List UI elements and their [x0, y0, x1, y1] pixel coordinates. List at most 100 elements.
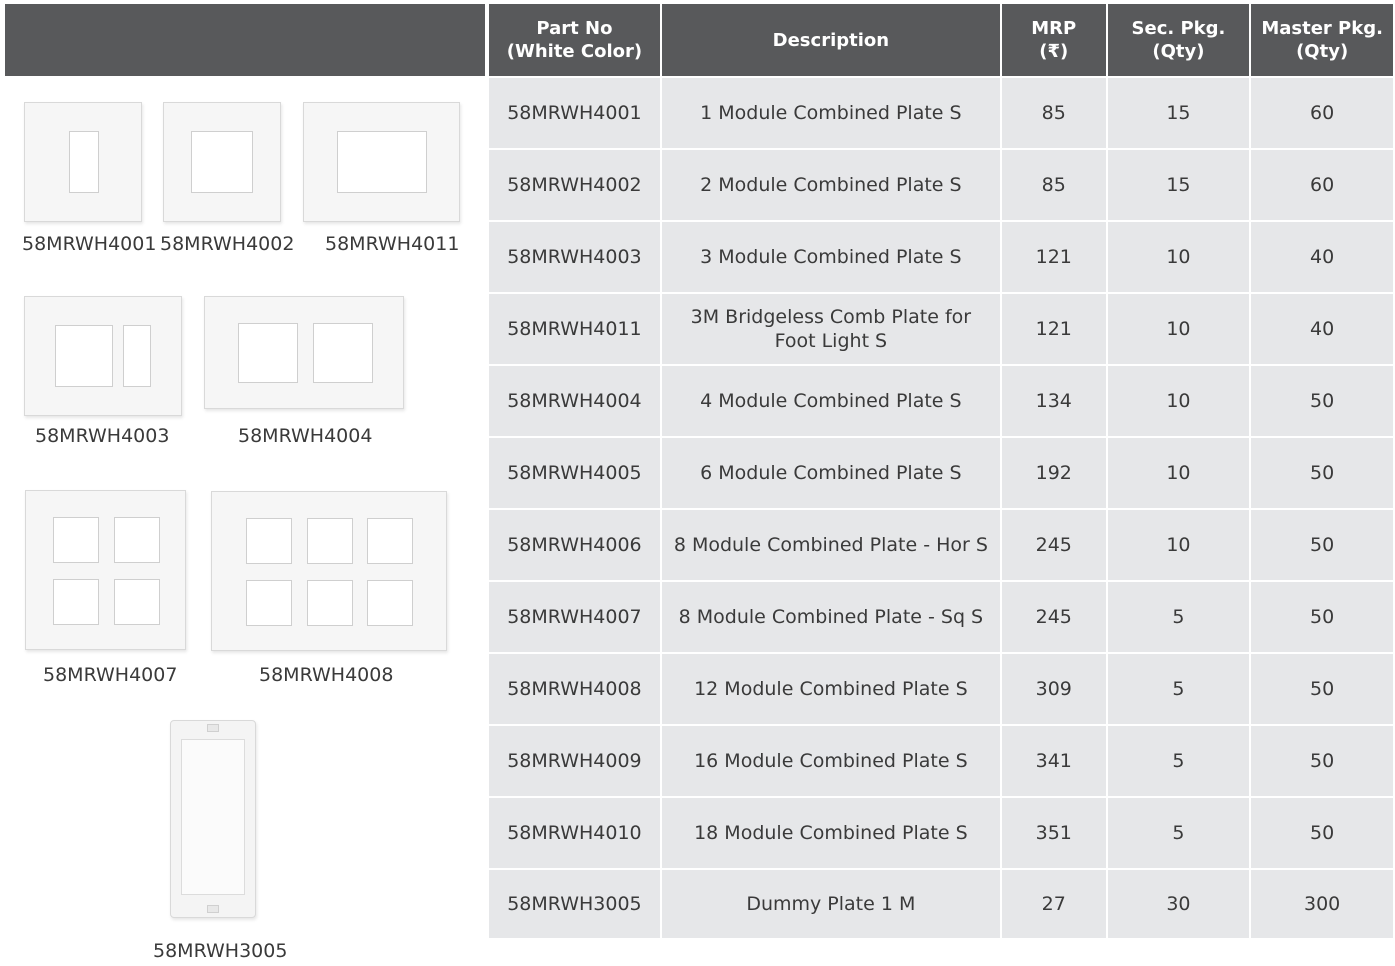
- cell-description: 8 Module Combined Plate - Sq S: [661, 580, 1000, 652]
- cell-description: 1 Module Combined Plate S: [661, 76, 1000, 148]
- caption-58mrwh3005: 58MRWH3005: [153, 940, 288, 962]
- table-row: 58MRWH3005 Dummy Plate 1 M 27 30 300: [489, 868, 1393, 938]
- cell-mrp: 85: [1001, 148, 1106, 220]
- cell-description: 18 Module Combined Plate S: [661, 796, 1000, 868]
- plate-image-4011: [303, 102, 460, 222]
- table-header-row: Part No (White Color) Description MRP (₹…: [489, 4, 1393, 76]
- table-row: 58MRWH4001 1 Module Combined Plate S 85 …: [489, 76, 1393, 148]
- cell-sec-pkg: 5: [1107, 724, 1250, 796]
- table-row: 58MRWH4011 3M Bridgeless Comb Plate for …: [489, 292, 1393, 364]
- table-row: 58MRWH4008 12 Module Combined Plate S 30…: [489, 652, 1393, 724]
- cell-mrp: 192: [1001, 436, 1106, 508]
- cell-part-no: 58MRWH4001: [489, 76, 660, 148]
- cell-part-no: 58MRWH3005: [489, 868, 660, 938]
- table-row: 58MRWH4006 8 Module Combined Plate - Hor…: [489, 508, 1393, 580]
- plate-opening: [114, 517, 160, 563]
- cell-sec-pkg: 10: [1107, 220, 1250, 292]
- plate-opening: [69, 131, 99, 193]
- cell-sec-pkg: 5: [1107, 652, 1250, 724]
- dummy-plate-clip: [207, 905, 219, 913]
- dummy-plate-clip: [207, 724, 219, 732]
- cell-mrp: 121: [1001, 292, 1106, 364]
- cell-mrp: 27: [1001, 868, 1106, 938]
- cell-sec-pkg: 5: [1107, 796, 1250, 868]
- cell-master-pkg: 50: [1251, 652, 1393, 724]
- plate-opening: [191, 131, 253, 193]
- caption-58mrwh4004: 58MRWH4004: [238, 425, 373, 447]
- cell-part-no: 58MRWH4006: [489, 508, 660, 580]
- plate-opening: [246, 518, 292, 564]
- cell-master-pkg: 50: [1251, 364, 1393, 436]
- cell-mrp: 245: [1001, 508, 1106, 580]
- caption-58mrwh4003: 58MRWH4003: [35, 425, 170, 447]
- cell-description: 12 Module Combined Plate S: [661, 652, 1000, 724]
- cell-part-no: 58MRWH4005: [489, 436, 660, 508]
- table-row: 58MRWH4003 3 Module Combined Plate S 121…: [489, 220, 1393, 292]
- table-row: 58MRWH4004 4 Module Combined Plate S 134…: [489, 364, 1393, 436]
- cell-sec-pkg: 15: [1107, 76, 1250, 148]
- product-images-panel: 58MRWH4001 58MRWH4002 58MRWH4011 58MRWH4…: [0, 78, 485, 966]
- cell-description: 4 Module Combined Plate S: [661, 364, 1000, 436]
- cell-description: 2 Module Combined Plate S: [661, 148, 1000, 220]
- caption-58mrwh4002: 58MRWH4002: [160, 233, 295, 255]
- cell-description: Dummy Plate 1 M: [661, 868, 1000, 938]
- plate-opening: [307, 518, 353, 564]
- plate-image-4003: [24, 296, 182, 416]
- plate-opening: [55, 325, 113, 387]
- header-description: Description: [661, 4, 1000, 76]
- cell-mrp: 351: [1001, 796, 1106, 868]
- cell-part-no: 58MRWH4009: [489, 724, 660, 796]
- plate-opening: [123, 325, 151, 387]
- cell-mrp: 134: [1001, 364, 1106, 436]
- header-part-no: Part No (White Color): [489, 4, 660, 76]
- cell-description: 6 Module Combined Plate S: [661, 436, 1000, 508]
- cell-mrp: 85: [1001, 76, 1106, 148]
- caption-58mrwh4011: 58MRWH4011: [325, 233, 460, 255]
- cell-master-pkg: 50: [1251, 580, 1393, 652]
- plate-image-4007: [25, 490, 186, 650]
- price-table: Part No (White Color) Description MRP (₹…: [487, 4, 1395, 938]
- table-row: 58MRWH4007 8 Module Combined Plate - Sq …: [489, 580, 1393, 652]
- cell-part-no: 58MRWH4011: [489, 292, 660, 364]
- caption-58mrwh4007: 58MRWH4007: [43, 664, 178, 686]
- cell-master-pkg: 50: [1251, 508, 1393, 580]
- plate-opening: [367, 518, 413, 564]
- plate-image-3005: [170, 720, 256, 918]
- cell-master-pkg: 50: [1251, 796, 1393, 868]
- table-row: 58MRWH4009 16 Module Combined Plate S 34…: [489, 724, 1393, 796]
- cell-part-no: 58MRWH4010: [489, 796, 660, 868]
- cell-master-pkg: 60: [1251, 76, 1393, 148]
- cell-part-no: 58MRWH4003: [489, 220, 660, 292]
- cell-part-no: 58MRWH4004: [489, 364, 660, 436]
- plate-opening: [53, 579, 99, 625]
- cell-mrp: 341: [1001, 724, 1106, 796]
- plate-image-4002: [163, 102, 281, 222]
- cell-description: 8 Module Combined Plate - Hor S: [661, 508, 1000, 580]
- cell-mrp: 309: [1001, 652, 1106, 724]
- plate-opening: [53, 517, 99, 563]
- header-mrp: MRP (₹): [1001, 4, 1106, 76]
- cell-sec-pkg: 10: [1107, 508, 1250, 580]
- cell-part-no: 58MRWH4008: [489, 652, 660, 724]
- caption-58mrwh4008: 58MRWH4008: [259, 664, 394, 686]
- cell-master-pkg: 60: [1251, 148, 1393, 220]
- cell-part-no: 58MRWH4002: [489, 148, 660, 220]
- header-sec-pkg: Sec. Pkg. (Qty): [1107, 4, 1250, 76]
- cell-mrp: 121: [1001, 220, 1106, 292]
- plate-opening: [337, 131, 427, 193]
- plate-image-4004: [204, 296, 404, 409]
- cell-sec-pkg: 10: [1107, 364, 1250, 436]
- cell-sec-pkg: 10: [1107, 436, 1250, 508]
- plate-opening: [246, 580, 292, 626]
- header-master-pkg: Master Pkg. (Qty): [1251, 4, 1393, 76]
- cell-master-pkg: 50: [1251, 436, 1393, 508]
- cell-part-no: 58MRWH4007: [489, 580, 660, 652]
- dummy-plate-face: [181, 739, 245, 895]
- plate-opening: [238, 323, 298, 383]
- header-blank-cell: [5, 4, 485, 76]
- cell-description: 3M Bridgeless Comb Plate for Foot Light …: [661, 292, 1000, 364]
- table-row: 58MRWH4002 2 Module Combined Plate S 85 …: [489, 148, 1393, 220]
- cell-master-pkg: 300: [1251, 868, 1393, 938]
- plate-image-4008: [211, 491, 447, 651]
- cell-sec-pkg: 10: [1107, 292, 1250, 364]
